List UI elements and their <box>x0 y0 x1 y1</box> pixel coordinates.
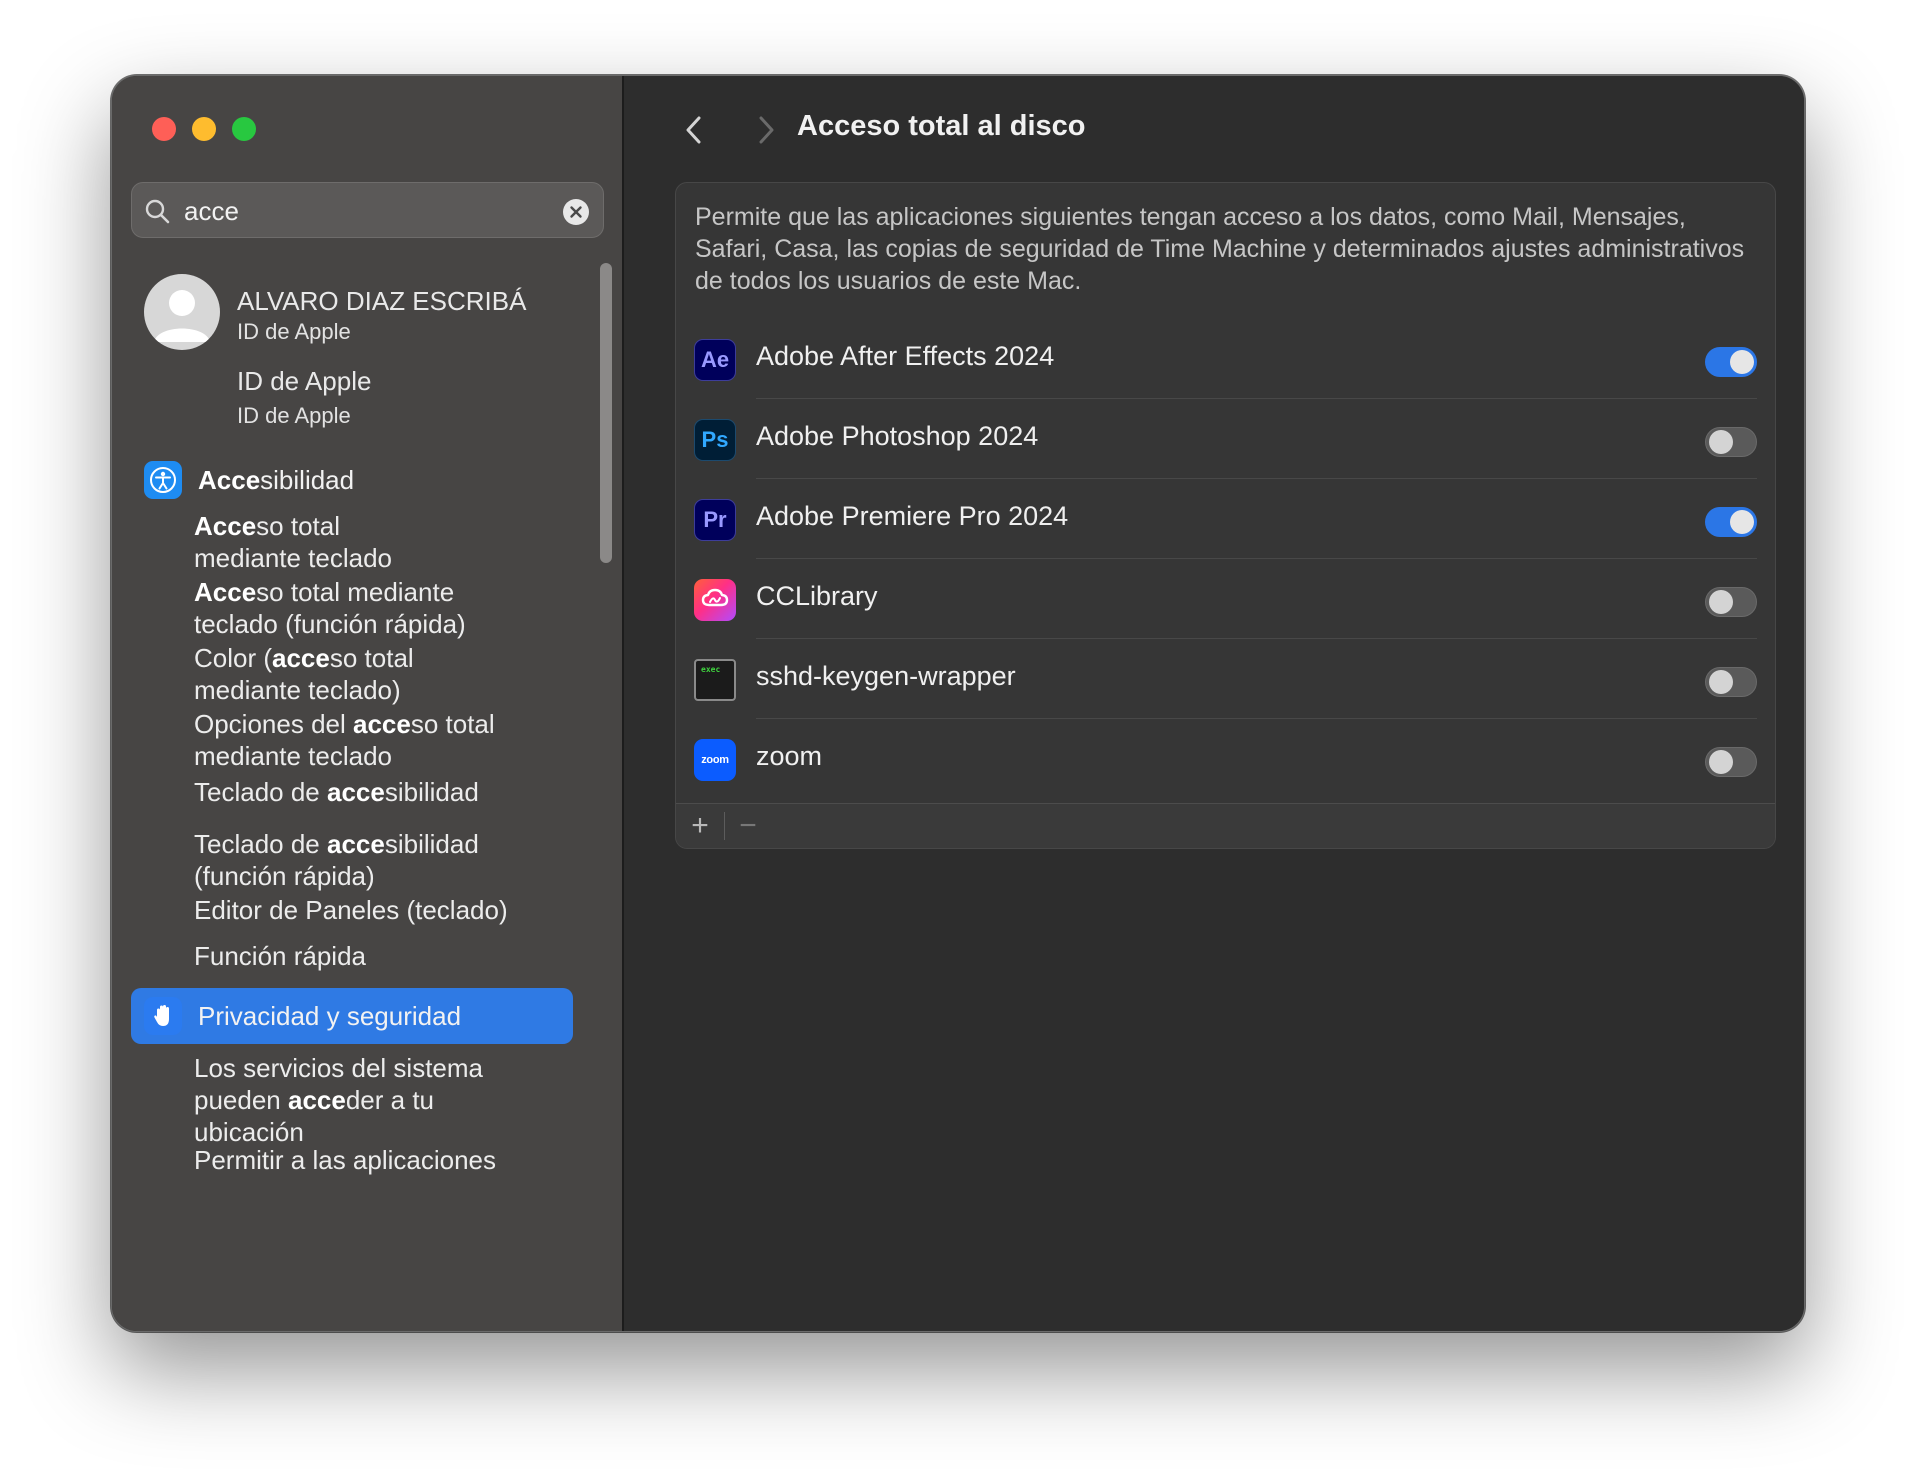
sidebar: ALVARO DIAZ ESCRIBÁ ID de Apple ID de Ap… <box>112 76 624 1331</box>
forward-icon[interactable] <box>752 112 780 148</box>
search-result-item[interactable]: Los servicios del sistema pueden acceder … <box>194 1052 574 1148</box>
avatar <box>144 274 220 350</box>
search-icon <box>145 199 170 224</box>
sidebar-item-apple-id[interactable]: ID de Apple ID de Apple <box>237 366 371 429</box>
search-result-item[interactable]: Permitir a las aplicaciones <box>194 1144 574 1176</box>
back-icon[interactable] <box>680 112 708 148</box>
page-title: Acceso total al disco <box>797 110 1086 142</box>
sidebar-item-label: Accesibilidad <box>198 464 355 495</box>
sidebar-item-privacy-security[interactable]: Privacidad y seguridad <box>131 988 573 1044</box>
app-row: Ae Adobe After Effects 2024 <box>676 319 1775 399</box>
sidebar-list: ALVARO DIAZ ESCRIBÁ ID de Apple ID de Ap… <box>112 256 617 1331</box>
list-footer: + − <box>676 803 1775 848</box>
search-field[interactable] <box>131 182 604 238</box>
app-row: CCLibrary <box>676 559 1775 639</box>
apple-account-profile[interactable]: ALVARO DIAZ ESCRIBÁ ID de Apple <box>144 274 584 354</box>
full-disk-access-panel: Permite que las aplicaciones siguientes … <box>675 182 1776 849</box>
app-name: Adobe Photoshop 2024 <box>756 421 1039 451</box>
app-name: zoom <box>756 741 823 771</box>
apple-id-title: ID de Apple <box>237 366 372 396</box>
main-content: Acceso total al disco Permite que las ap… <box>626 76 1804 1331</box>
premiere-pro-icon: Pr <box>694 499 736 541</box>
access-toggle[interactable] <box>1705 507 1757 537</box>
hand-icon <box>144 997 182 1035</box>
app-row: Ps Adobe Photoshop 2024 <box>676 399 1775 479</box>
search-result-item[interactable]: Opciones del acceso total mediante teclad… <box>194 708 574 772</box>
profile-name: ALVARO DIAZ ESCRIBÁ <box>237 286 527 316</box>
app-name: Adobe Premiere Pro 2024 <box>756 501 1069 531</box>
sidebar-item-accessibility[interactable]: Accesibilidad <box>131 452 573 508</box>
access-toggle[interactable] <box>1705 587 1757 617</box>
remove-button[interactable]: − <box>730 808 766 844</box>
search-input[interactable] <box>184 191 544 231</box>
zoom-button[interactable] <box>232 117 256 141</box>
accessibility-icon <box>144 461 182 499</box>
access-toggle[interactable] <box>1705 347 1757 377</box>
window-controls <box>152 117 256 141</box>
access-toggle[interactable] <box>1705 747 1757 777</box>
minimize-button[interactable] <box>192 117 216 141</box>
app-list: Ae Adobe After Effects 2024 Ps Adobe Pho… <box>676 319 1775 799</box>
app-name: CCLibrary <box>756 581 878 611</box>
app-name: sshd-keygen-wrapper <box>756 661 1016 691</box>
creative-cloud-icon <box>694 579 736 621</box>
search-result-item[interactable]: Acceso total mediante teclado <box>194 510 574 574</box>
system-settings-window: ALVARO DIAZ ESCRIBÁ ID de Apple ID de Ap… <box>111 75 1805 1332</box>
description-text: Permite que las aplicaciones siguientes … <box>695 203 1745 295</box>
profile-subtitle: ID de Apple <box>237 319 351 344</box>
search-result-item[interactable]: Color (acceso total mediante teclado) <box>194 642 574 706</box>
add-button[interactable]: + <box>682 808 718 844</box>
apple-id-subtitle: ID de Apple <box>237 403 351 428</box>
close-button[interactable] <box>152 117 176 141</box>
sidebar-item-label: Privacidad y seguridad <box>198 1000 462 1031</box>
search-result-item[interactable]: Acceso total mediante teclado (función rá… <box>194 576 574 640</box>
app-row: exec sshd-keygen-wrapper <box>676 639 1775 719</box>
app-row: zoom zoom <box>676 719 1775 799</box>
search-result-item[interactable]: Función rápida <box>194 940 574 972</box>
app-name: Adobe After Effects 2024 <box>756 341 1055 371</box>
access-toggle[interactable] <box>1705 667 1757 697</box>
clear-icon[interactable] <box>563 199 589 225</box>
search-result-item[interactable]: Teclado de accesibilidad <box>194 776 574 808</box>
access-toggle[interactable] <box>1705 427 1757 457</box>
photoshop-icon: Ps <box>694 419 736 461</box>
zoom-icon: zoom <box>694 739 736 781</box>
after-effects-icon: Ae <box>694 339 736 381</box>
footer-divider <box>724 812 725 840</box>
search-result-item[interactable]: Teclado de accesibilidad (función rápida) <box>194 828 574 892</box>
terminal-exec-icon: exec <box>694 659 736 701</box>
search-result-item[interactable]: Editor de Paneles (teclado) <box>194 894 574 926</box>
app-row: Pr Adobe Premiere Pro 2024 <box>676 479 1775 559</box>
